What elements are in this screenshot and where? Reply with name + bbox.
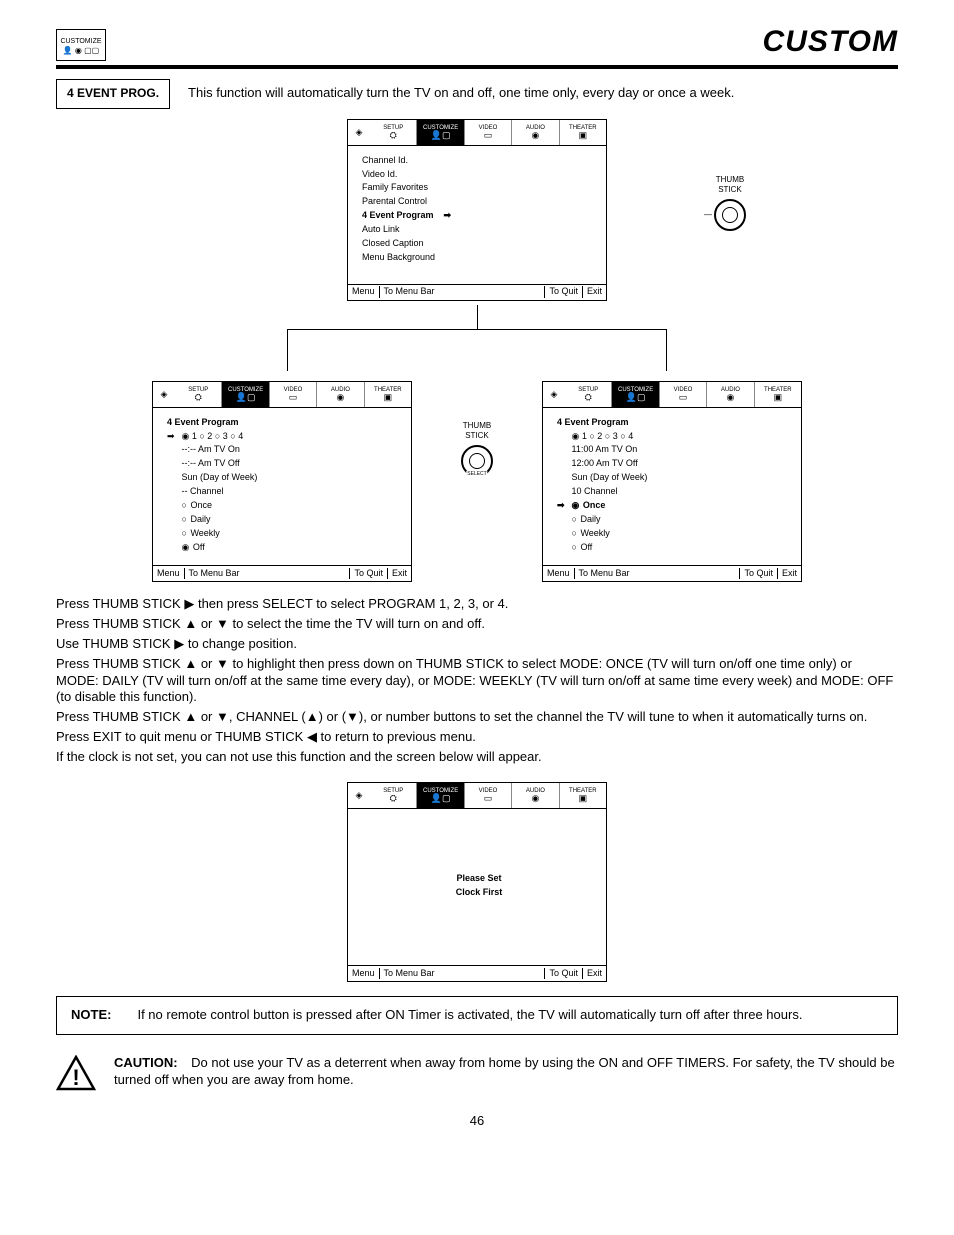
chip-icons: 👤 ◉ ▢▢ (63, 47, 100, 55)
osd-foot-toquit: To Quit (545, 286, 583, 298)
osd-row: ○ Weekly (557, 527, 791, 541)
osd-tab-customize: CUSTOMIZE👤▢ (417, 120, 464, 145)
osd-row: ➡ ◉ Once (557, 499, 791, 513)
osd-msg: Please Set (456, 872, 501, 886)
osd-row: Sun (Day of Week) (557, 471, 791, 485)
caution-icon: ! (56, 1055, 96, 1091)
caution-label: CAUTION: (114, 1055, 178, 1070)
osd-msg: Clock First (456, 886, 503, 900)
osd-subtitle: 4 Event Program (557, 416, 791, 430)
right-icon: ▶ (184, 596, 194, 611)
note-label: NOTE: (71, 1007, 111, 1024)
arrow-left-icon: — (704, 210, 712, 220)
osd-tab-lead: ◈ (348, 120, 370, 145)
osd-row: --:-- Am TV On (167, 443, 401, 457)
up-icon: ▲ (184, 709, 197, 724)
header-divider (56, 65, 898, 69)
osd-tab-theater: THEATER▣ (560, 120, 606, 145)
thumb-stick-diagram: THUMB STICK — (714, 175, 746, 232)
thumb-stick-circle: — (714, 199, 746, 231)
osd-row: 10 Channel (557, 485, 791, 499)
arrow-right-icon: ➡ (444, 210, 452, 220)
osd-item: Menu Background (362, 251, 596, 265)
osd-item: Family Favorites (362, 181, 596, 195)
osd-item: Closed Caption (362, 237, 596, 251)
osd-screen-set-clock: ◈ SETUP⛭ CUSTOMIZE👤▢ VIDEO▭ AUDIO◉ THEAT… (347, 782, 607, 982)
up-icon: ▲ (184, 616, 197, 631)
osd-screen-event-blank: ◈ SETUP⛭ CUSTOMIZE👤▢ VIDEO▭ AUDIO◉ THEAT… (152, 381, 412, 582)
instructions: Press THUMB STICK ▶ then press SELECT to… (56, 596, 898, 766)
osd-foot-exit: Exit (583, 286, 606, 298)
osd-item-selected: 4 Event Program ➡ (362, 209, 596, 223)
arrow-right-icon: ➡ (557, 499, 569, 513)
section-desc: This function will automatically turn th… (188, 85, 734, 102)
down-icon: ▼ (216, 616, 229, 631)
osd-row: 11:00 Am TV On (557, 443, 791, 457)
down-icon: ▼ (346, 709, 359, 724)
section-label: 4 EVENT PROG. (56, 79, 170, 109)
osd-tab-audio: AUDIO◉ (512, 120, 559, 145)
note-box: NOTE: If no remote control button is pre… (56, 996, 898, 1035)
osd-screen-customize-menu: ◈ SETUP⛭ CUSTOMIZE👤▢ VIDEO▭ AUDIO◉ THEAT… (347, 119, 607, 301)
caution-text: Do not use your TV as a deterrent when a… (114, 1055, 895, 1087)
customize-chip: CUSTOMIZE 👤 ◉ ▢▢ (56, 29, 106, 61)
osd-row: 12:00 Am TV Off (557, 457, 791, 471)
arrow-right-icon: ➡ (167, 430, 179, 444)
osd-tab-setup: SETUP⛭ (370, 120, 417, 145)
osd-subtitle: 4 Event Program (167, 416, 401, 430)
osd-item: Parental Control (362, 195, 596, 209)
osd-footer: Menu To Menu Bar To Quit Exit (348, 284, 606, 300)
thumb-stick-label: THUMB STICK (716, 175, 744, 196)
osd-item: Channel Id. (362, 154, 596, 168)
osd-row: Sun (Day of Week) (167, 471, 401, 485)
up-icon: ▲ (184, 656, 197, 671)
osd-row: ○ Off (557, 541, 791, 555)
caution-row: ! CAUTION: Do not use your TV as a deter… (56, 1055, 898, 1091)
osd-row: --:-- Am TV Off (167, 457, 401, 471)
note-text: If no remote control button is pressed a… (137, 1007, 802, 1024)
osd-row: ○ Weekly (167, 527, 401, 541)
osd-row: ○ Daily (167, 513, 401, 527)
right-icon: ▶ (174, 636, 184, 651)
osd-tab-row: ◈ SETUP⛭ CUSTOMIZE👤▢ VIDEO▭ AUDIO◉ THEAT… (348, 120, 606, 146)
thumb-stick-label: THUMB STICK (463, 421, 491, 442)
page-title: CUSTOM (763, 22, 898, 61)
osd-row: ○ Once (167, 499, 401, 513)
left-icon: ◀ (307, 729, 317, 744)
osd-row: ◉ 1 ○ 2 ○ 3 ○ 4 (557, 430, 791, 444)
down-icon: ▼ (216, 656, 229, 671)
osd-item: Video Id. (362, 168, 596, 182)
page-number: 46 (56, 1113, 898, 1130)
up-icon: ▲ (306, 709, 319, 724)
osd-row: -- Channel (167, 485, 401, 499)
down-icon: ▼ (216, 709, 229, 724)
osd-foot-menu: Menu (348, 286, 380, 298)
osd-row: ○ Daily (557, 513, 791, 527)
svg-text:!: ! (72, 1065, 79, 1090)
osd-tab-video: VIDEO▭ (465, 120, 512, 145)
thumb-stick-circle (461, 445, 493, 477)
osd-foot-tomenubar: To Menu Bar (380, 286, 546, 298)
osd-row: ◉ Off (167, 541, 401, 555)
osd-screen-event-filled: ◈ SETUP⛭ CUSTOMIZE👤▢ VIDEO▭ AUDIO◉ THEAT… (542, 381, 802, 582)
osd-row: ➡ ◉ 1 ○ 2 ○ 3 ○ 4 (167, 430, 401, 444)
osd-item: Auto Link (362, 223, 596, 237)
thumb-stick-diagram: THUMB STICK (461, 421, 493, 478)
